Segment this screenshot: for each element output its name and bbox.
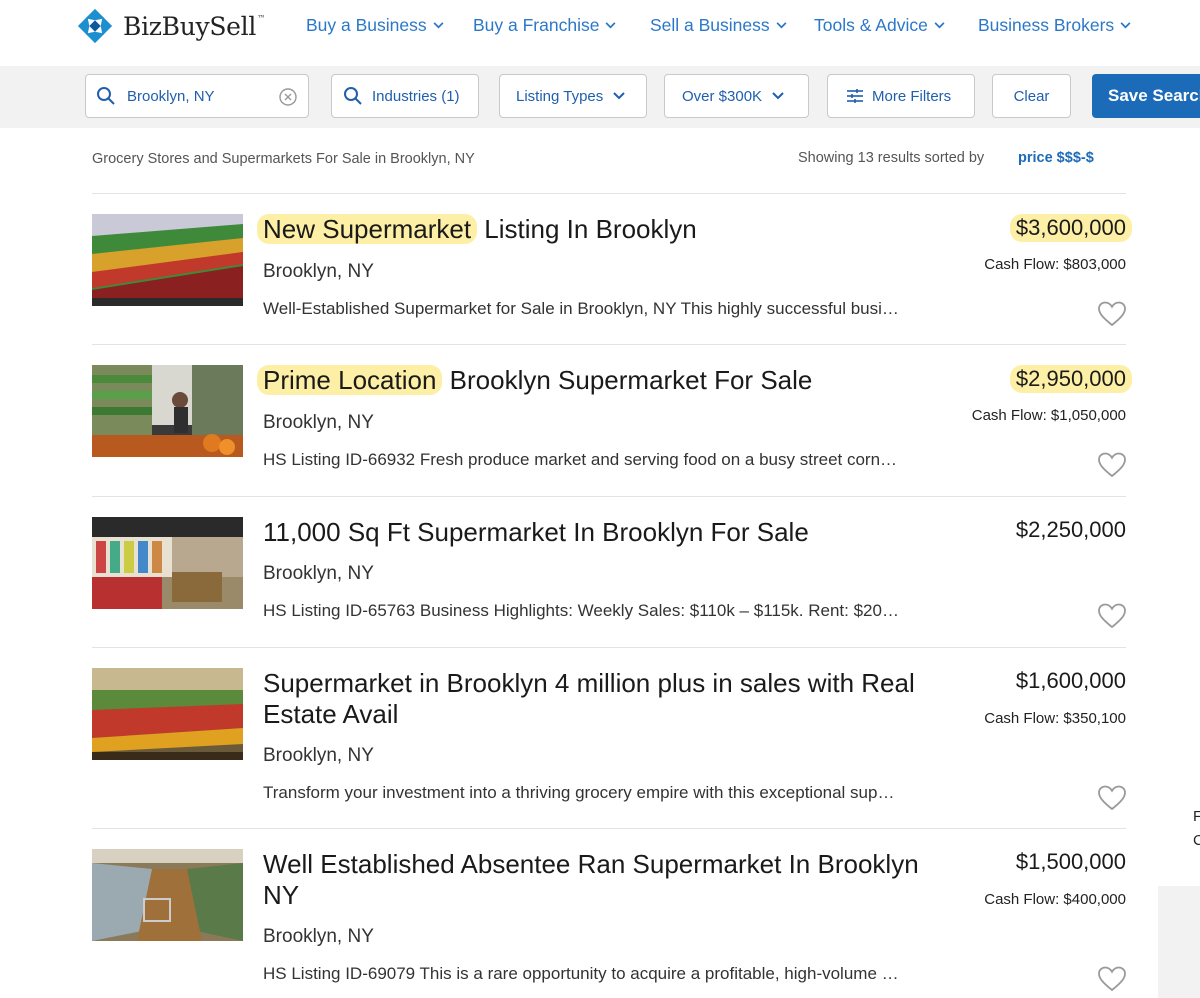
location-search-input[interactable]: Brooklyn, NY [85, 74, 309, 118]
favorite-heart-icon[interactable] [1098, 603, 1126, 629]
chevron-down-icon [934, 22, 945, 29]
listing-item[interactable]: New Supermarket Listing In Brooklyn Broo… [92, 214, 1132, 344]
nav-business-brokers[interactable]: Business Brokers [978, 15, 1131, 36]
listing-location: Brooklyn, NY [263, 926, 374, 947]
listing-location: Brooklyn, NY [263, 412, 374, 433]
title-text: Listing In Brooklyn [477, 214, 697, 244]
title-text: Well Established Absentee Ran Supermarke… [263, 849, 919, 910]
title-highlight: New Supermarket [257, 214, 478, 244]
search-icon [97, 87, 115, 105]
listing-thumbnail[interactable] [92, 849, 243, 941]
price-filter-label: Over $300K [682, 87, 763, 105]
clear-label: Clear [1013, 87, 1050, 105]
supermarket-aisle-image [92, 365, 243, 457]
save-search-button[interactable]: Save Search [1092, 74, 1200, 118]
logo-mark-icon [77, 8, 113, 44]
listing-price: $3,600,000 [1009, 214, 1132, 242]
listing-thumbnail[interactable] [92, 214, 243, 306]
listing-cash-flow: Cash Flow: $803,000 [984, 256, 1126, 273]
listing-description: HS Listing ID-65763 Business Highlights:… [263, 601, 903, 620]
more-filters-button[interactable]: More Filters [827, 74, 975, 118]
divider [92, 647, 1126, 648]
chevron-down-icon [613, 92, 625, 100]
chevron-down-icon [433, 22, 444, 29]
chevron-down-icon [776, 22, 787, 29]
listing-price: $1,500,000 [1015, 849, 1126, 874]
search-icon [344, 87, 362, 105]
sort-selector[interactable]: price $$$-$ [1018, 150, 1094, 166]
favorite-heart-icon[interactable] [1098, 452, 1126, 478]
location-value: Brooklyn, NY [127, 87, 215, 105]
listing-price: $2,950,000 [1009, 365, 1132, 393]
listing-description: Transform your investment into a thrivin… [263, 783, 903, 802]
listing-price: $1,600,000 [1015, 668, 1126, 693]
listing-item[interactable]: Prime Location Brooklyn Supermarket For … [92, 365, 1132, 495]
edge-text-fragment: C [1193, 832, 1200, 849]
edge-text-fragment: F [1193, 808, 1200, 825]
divider [92, 496, 1126, 497]
listing-thumbnail[interactable] [92, 668, 243, 760]
divider [92, 828, 1126, 829]
listing-types-dropdown[interactable]: Listing Types [499, 74, 647, 118]
nav-tools-and-advice[interactable]: Tools & Advice [814, 15, 945, 36]
listing-item[interactable]: Well Established Absentee Ran Supermarke… [92, 849, 1126, 998]
price-dropdown[interactable]: Over $300K [664, 74, 809, 118]
side-panel-fragment [1158, 886, 1200, 998]
listing-cash-flow: Cash Flow: $350,100 [984, 710, 1126, 727]
favorite-heart-icon[interactable] [1098, 785, 1126, 811]
supermarket-produce-image [92, 668, 243, 760]
clear-input-icon[interactable] [279, 88, 297, 106]
title-text: 11,000 Sq Ft Supermarket In Brooklyn For… [263, 517, 809, 547]
title-highlight: Prime Location [257, 365, 443, 395]
nav-buy-a-franchise[interactable]: Buy a Franchise [473, 15, 616, 36]
listing-types-label: Listing Types [516, 87, 604, 105]
listing-description: Well-Established Supermarket for Sale in… [263, 299, 903, 318]
listing-description: HS Listing ID-66932 Fresh produce market… [263, 450, 903, 469]
listing-title[interactable]: Well Established Absentee Ran Supermarke… [263, 849, 943, 911]
industries-filter-button[interactable]: Industries (1) [331, 74, 479, 118]
favorite-heart-icon[interactable] [1098, 966, 1126, 992]
bizbuysell-logo[interactable]: BizBuySell™ [76, 7, 265, 45]
listing-price: $2,250,000 [1015, 517, 1126, 542]
chevron-down-icon [772, 92, 784, 100]
nav-buy-a-business[interactable]: Buy a Business [306, 15, 444, 36]
supermarket-produce-image [92, 214, 243, 306]
listing-location: Brooklyn, NY [263, 745, 374, 766]
chevron-down-icon [605, 22, 616, 29]
listing-cash-flow: Cash Flow: $1,050,000 [971, 407, 1126, 424]
logo-text: BizBuySell™ [123, 11, 265, 41]
listing-item[interactable]: 11,000 Sq Ft Supermarket In Brooklyn For… [92, 517, 1126, 647]
listing-title[interactable]: New Supermarket Listing In Brooklyn [257, 214, 943, 245]
listing-thumbnail[interactable] [92, 517, 243, 609]
listing-thumbnail[interactable] [92, 365, 243, 457]
favorite-heart-icon[interactable] [1098, 301, 1126, 327]
nav-sell-a-business[interactable]: Sell a Business [650, 15, 787, 36]
listing-location: Brooklyn, NY [263, 261, 374, 282]
divider [92, 193, 1126, 194]
listing-title[interactable]: Prime Location Brooklyn Supermarket For … [257, 365, 943, 396]
filter-bar: Brooklyn, NY Industries (1) Listing Type… [0, 66, 1200, 128]
listing-title[interactable]: Supermarket in Brooklyn 4 million plus i… [263, 668, 943, 730]
sliders-icon [847, 89, 863, 103]
listing-title[interactable]: 11,000 Sq Ft Supermarket In Brooklyn For… [263, 517, 943, 548]
title-text: Brooklyn Supermarket For Sale [442, 365, 813, 395]
title-text: Supermarket in Brooklyn 4 million plus i… [263, 668, 915, 729]
divider [92, 344, 1126, 345]
more-filters-label: More Filters [872, 87, 952, 105]
listing-description: HS Listing ID-69079 This is a rare oppor… [263, 964, 903, 983]
results-heading: Grocery Stores and Supermarkets For Sale… [92, 151, 475, 167]
listing-location: Brooklyn, NY [263, 563, 374, 584]
top-navigation: BizBuySell™ Buy a Business Buy a Franchi… [0, 0, 1200, 66]
listing-cash-flow: Cash Flow: $400,000 [984, 891, 1126, 908]
supermarket-aisle-image [92, 849, 243, 941]
listing-item[interactable]: Supermarket in Brooklyn 4 million plus i… [92, 668, 1126, 828]
supermarket-interior-image [92, 517, 243, 609]
chevron-down-icon [1120, 22, 1131, 29]
clear-button[interactable]: Clear [992, 74, 1071, 118]
results-summary: Showing 13 results sorted by [798, 150, 985, 166]
industries-label: Industries (1) [372, 87, 460, 105]
save-search-label: Save Search [1108, 86, 1200, 105]
